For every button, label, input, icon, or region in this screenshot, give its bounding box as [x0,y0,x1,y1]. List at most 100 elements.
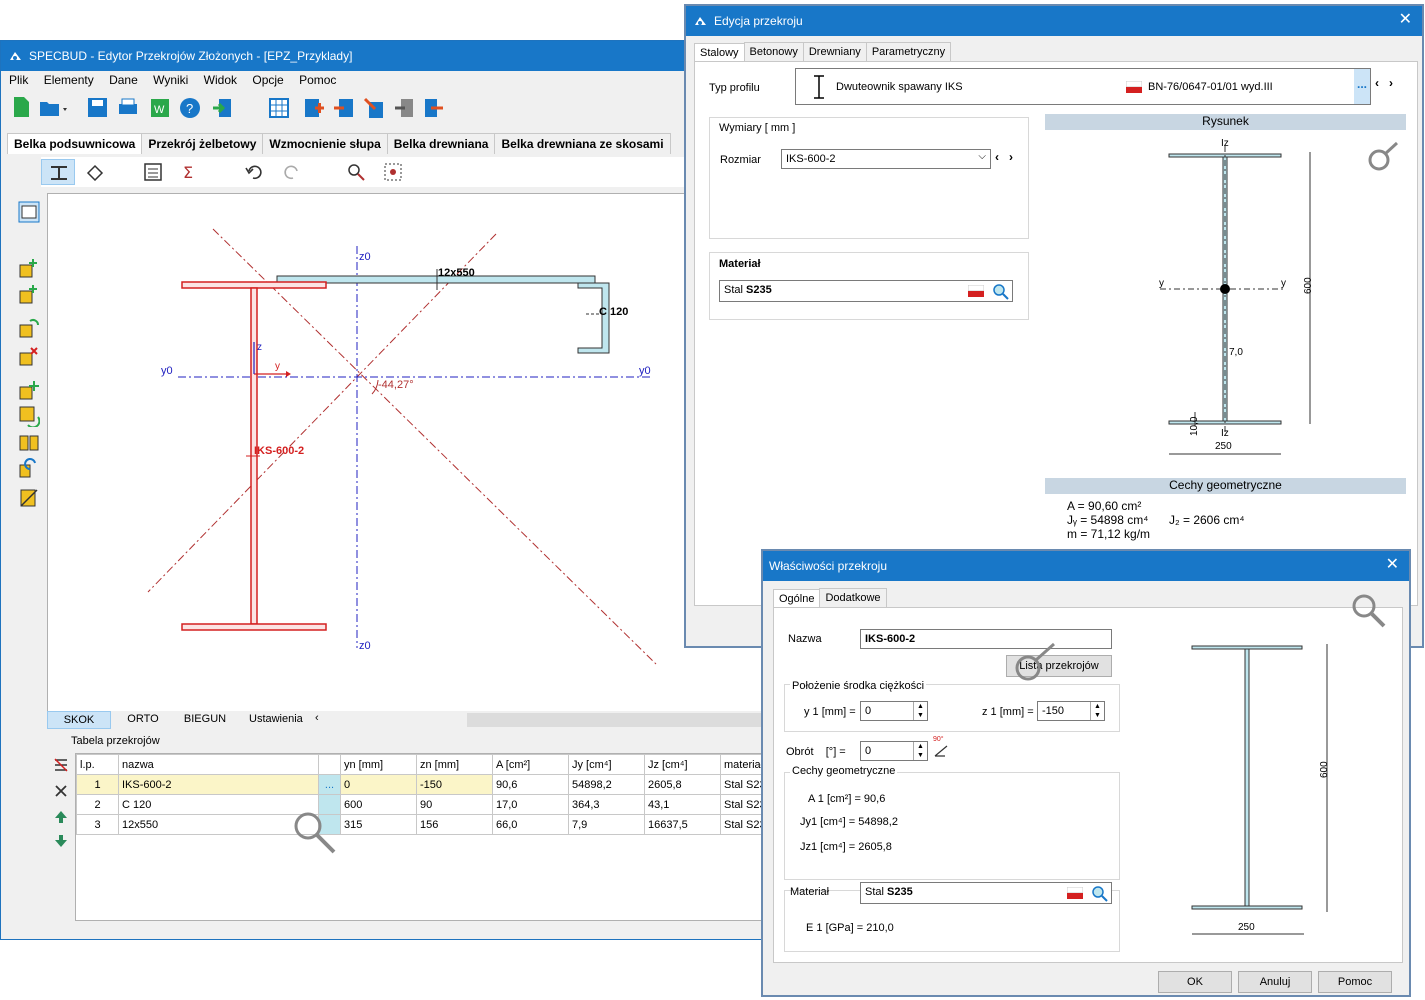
exit-icon[interactable] [211,97,233,119]
menu-wyniki[interactable]: Wyniki [153,73,188,87]
cancel-button[interactable]: Anuluj [1238,971,1312,993]
redo-icon[interactable] [282,162,302,182]
cell-nazwa[interactable]: IKS-600-2 [118,774,319,795]
add-element-icon[interactable] [18,257,40,279]
rotate-element-icon[interactable] [18,405,40,427]
rozmiar-select[interactable]: IKS-600-2 ⌵ [781,149,991,169]
select-mode-button[interactable] [41,159,75,185]
cell-jz[interactable]: 2605,8 [644,774,721,795]
table-row[interactable]: 1 IKS-600-2 ... 0 -150 90,6 54898,2 2605… [76,774,765,795]
tab-belka-podsuwnicowa[interactable]: Belka podsuwnicowa [7,133,143,154]
remove-section-icon[interactable] [333,97,355,119]
tab-wzmocnienie-slupa[interactable]: Wzmocnienie słupa [262,133,388,154]
tab-belka-drewniana-skosy[interactable]: Belka drewniana ze skosami [494,133,671,154]
cell-lp[interactable]: 2 [76,794,119,815]
material-field[interactable]: Stal S235 [860,882,1112,904]
tab-ogolne[interactable]: Ogólne [773,589,821,608]
cell-a[interactable]: 90,6 [492,774,569,795]
cell-zn[interactable]: 156 [416,814,493,835]
typ-profilu-field[interactable]: Dwuteownik spawany IKS BN-76/0647-01/01 … [795,68,1371,105]
cell-jz[interactable]: 43,1 [644,794,721,815]
open-folder-icon[interactable] [39,98,69,118]
print-icon[interactable] [117,97,139,119]
col-a[interactable]: A [cm²] [492,754,569,775]
cell-material[interactable]: Stal S235 [720,794,765,815]
help-icon[interactable]: ? [179,97,201,119]
cell-jy[interactable]: 7,9 [568,814,645,835]
cell-nazwa[interactable]: 12x550 [118,814,319,835]
cell-yn[interactable]: 0 [340,774,417,795]
close-icon[interactable]: ✕ [1386,557,1399,573]
cell-zn[interactable]: 90 [416,794,493,815]
profile-more-button[interactable]: ... [1354,69,1370,104]
col-yn[interactable]: yn [mm] [340,754,417,775]
delete-row-icon[interactable] [53,783,69,799]
edit-rows-icon[interactable] [53,757,69,773]
move-element-icon[interactable] [18,379,40,401]
properties-icon[interactable] [18,201,40,223]
rotate-90-button[interactable]: 90° [931,736,951,758]
cell-lp[interactable]: 1 [76,774,119,795]
col-lp[interactable]: l.p. [76,754,119,775]
col-jy[interactable]: Jy [cm⁴] [568,754,645,775]
y1-spinner[interactable]: ▲ ▼ [913,702,927,720]
zoom-icon[interactable] [1367,140,1401,174]
scroll-left-arrow[interactable]: ‹ [315,712,319,724]
cell-nazwa[interactable]: C 120 [118,794,319,815]
tab-betonowy[interactable]: Betonowy [743,42,804,61]
table-view-icon[interactable] [269,98,289,118]
help-button[interactable]: Pomoc [1318,971,1392,993]
cell-a[interactable]: 66,0 [492,814,569,835]
profile-next-arrow[interactable]: › [1389,76,1393,90]
cell-jz[interactable]: 16637,5 [644,814,721,835]
cell-jy[interactable]: 364,3 [568,794,645,815]
obrot-spinner[interactable]: ▲ ▼ [913,742,927,760]
eraser-icon[interactable] [85,163,105,181]
tab-skok[interactable]: SKOK [47,711,111,729]
delete-element-icon[interactable] [18,345,40,367]
menu-plik[interactable]: Plik [9,73,28,87]
sigma-icon[interactable]: Σ [181,161,201,181]
col-material[interactable]: materiał [720,754,765,775]
search-icon[interactable] [1090,884,1108,902]
material-field[interactable]: Stal S235 [719,280,1013,302]
insert-element-icon[interactable] [18,283,40,305]
more-button[interactable]: ... [318,774,341,795]
menu-dane[interactable]: Dane [109,73,138,87]
rozmiar-next-arrow[interactable]: › [1009,150,1013,164]
move-right-icon[interactable] [423,97,445,119]
link-element-icon[interactable] [18,457,40,479]
menu-pomoc[interactable]: Pomoc [299,73,336,87]
tab-dodatkowe[interactable]: Dodatkowe [819,588,887,607]
clear-element-icon[interactable] [18,487,40,509]
tab-ustawienia[interactable]: Ustawienia [249,713,309,725]
undo-icon[interactable] [244,162,264,182]
zoom-region-icon[interactable] [346,162,366,182]
cell-lp[interactable]: 3 [76,814,119,835]
word-export-icon[interactable]: W [149,97,171,119]
col-zn[interactable]: zn [mm] [416,754,493,775]
import-section-icon[interactable] [363,97,385,119]
profile-prev-arrow[interactable]: ‹ [1375,76,1379,90]
tab-przekroj-zelbetowy[interactable]: Przekrój żelbetowy [141,133,264,154]
report-icon[interactable] [143,162,163,182]
cell-yn[interactable]: 600 [340,794,417,815]
menu-opcje[interactable]: Opcje [252,73,283,87]
drawing-canvas[interactable]: z0 z0 y0 y0 12x550 C 120 IKS-600-2 -44,2… [47,193,766,711]
tab-stalowy[interactable]: Stalowy [694,43,745,62]
rozmiar-prev-arrow[interactable]: ‹ [995,150,999,164]
tab-biegun[interactable]: BIEGUN [175,713,235,725]
menu-elementy[interactable]: Elementy [44,73,94,87]
col-jz[interactable]: Jz [cm⁴] [644,754,721,775]
add-section-icon[interactable] [303,97,325,119]
row-up-icon[interactable] [53,809,69,825]
horizontal-scrollbar[interactable] [467,713,766,727]
tab-belka-drewniana[interactable]: Belka drewniana [386,133,496,154]
cell-yn[interactable]: 315 [340,814,417,835]
new-file-icon[interactable] [11,96,31,118]
save-icon[interactable] [87,97,109,119]
search-icon[interactable] [991,282,1009,300]
zoom-all-icon[interactable] [383,162,403,182]
row-down-icon[interactable] [53,833,69,849]
zoom-icon[interactable] [1350,592,1390,632]
